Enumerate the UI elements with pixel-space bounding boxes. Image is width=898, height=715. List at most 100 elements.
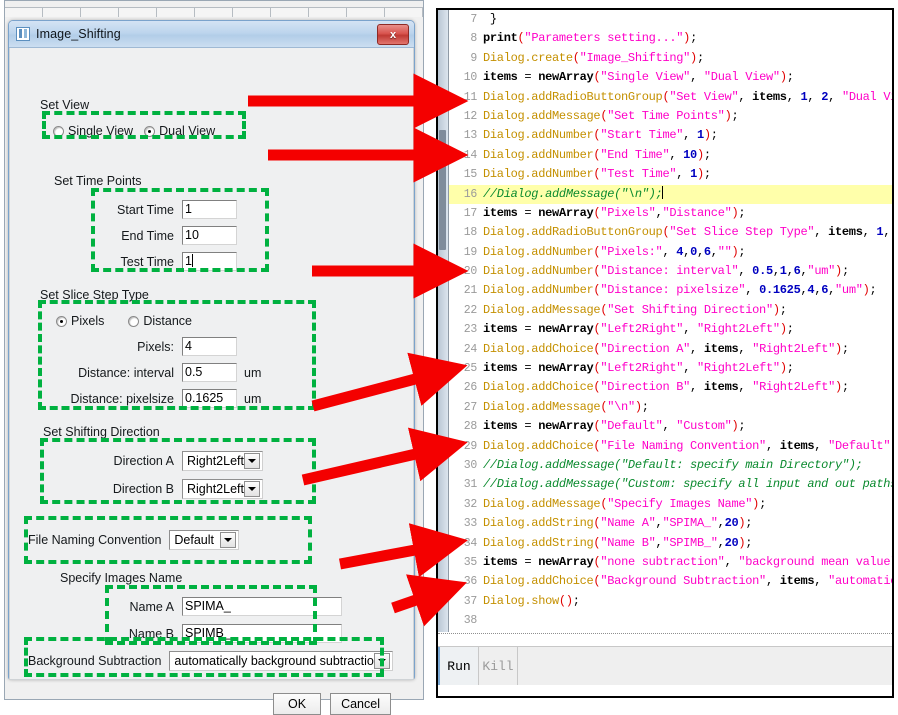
background-tab bbox=[81, 7, 119, 17]
chevron-down-icon[interactable] bbox=[244, 481, 260, 497]
background-tab bbox=[195, 7, 233, 17]
code-area[interactable]: 7 } 8 print("Parameters setting..."); 9 Dial… bbox=[449, 10, 892, 632]
script-editor-window: 7 } 8 print("Parameters setting..."); 9 Dial… bbox=[436, 8, 894, 698]
code-line[interactable]: 11 Dialog.addRadioButtonGroup("Set View",… bbox=[449, 88, 892, 107]
editor-scrollbar-thumb[interactable] bbox=[439, 130, 446, 250]
end-time-input[interactable]: 10 bbox=[182, 226, 237, 245]
code-line[interactable]: 16//Dialog.addMessage("\n"); bbox=[449, 184, 892, 204]
ok-button[interactable]: OK bbox=[273, 693, 322, 715]
code-line[interactable]: 28 items = newArray("Default", "Custom"); bbox=[449, 417, 892, 436]
label-file-naming-convention: File Naming Convention bbox=[28, 533, 162, 547]
unit-distance-pixelsize: um bbox=[244, 391, 262, 406]
radio-dual-view[interactable] bbox=[144, 125, 156, 137]
code-line[interactable]: 34 Dialog.addString("Name B","SPIMB_",20)… bbox=[449, 534, 892, 553]
line-number: 28 bbox=[463, 420, 478, 434]
line-number: 31 bbox=[463, 478, 478, 492]
distance-pixelsize-input[interactable]: 0.1625 bbox=[182, 389, 237, 408]
line-number: 38 bbox=[463, 614, 478, 628]
radio-distance[interactable] bbox=[128, 315, 140, 327]
code-line[interactable]: 23 items = newArray("Left2Right", "Right2… bbox=[449, 320, 892, 339]
label-pixels[interactable]: Pixels bbox=[71, 314, 104, 328]
code-line[interactable]: 19 Dialog.addNumber("Pixels:", 4,0,6,""); bbox=[449, 243, 892, 262]
name-b-input[interactable]: SPIMB_ bbox=[182, 624, 342, 643]
label-direction-b: Direction B bbox=[112, 482, 174, 496]
distance-pixelsize-row: Distance: pixelsize 0.1625 um bbox=[62, 389, 261, 408]
set-view-heading: Set View bbox=[40, 98, 90, 112]
line-number: 14 bbox=[463, 148, 478, 162]
line-number: 19 bbox=[463, 245, 478, 259]
line-number: 23 bbox=[463, 323, 478, 337]
code-line[interactable]: 32 Dialog.addMessage("Specify Images Name… bbox=[449, 495, 892, 514]
editor-toolbar: Run Kill bbox=[438, 646, 892, 685]
direction-b-select[interactable]: Right2Left bbox=[182, 479, 263, 499]
code-line[interactable]: 20 Dialog.addNumber("Distance: interval",… bbox=[449, 262, 892, 281]
editor-splitter[interactable] bbox=[438, 633, 892, 647]
kill-button[interactable]: Kill bbox=[479, 647, 518, 685]
background-tab bbox=[385, 7, 423, 17]
label-dual-view[interactable]: Dual View bbox=[159, 124, 215, 138]
chevron-down-icon[interactable] bbox=[244, 453, 260, 469]
code-line[interactable]: 25 items = newArray("Left2Right", "Right2… bbox=[449, 359, 892, 378]
code-line[interactable]: 22 Dialog.addMessage("Set Shifting Direct… bbox=[449, 301, 892, 320]
chevron-down-icon[interactable] bbox=[220, 532, 237, 548]
code-line[interactable]: 17 items = newArray("Pixels","Distance"); bbox=[449, 204, 892, 223]
code-line[interactable]: 27 Dialog.addMessage("\n"); bbox=[449, 398, 892, 417]
code-line[interactable]: 29 Dialog.addChoice("File Naming Conventi… bbox=[449, 437, 892, 456]
distance-interval-input[interactable]: 0.5 bbox=[182, 363, 237, 382]
code-line[interactable]: 24 Dialog.addChoice("Direction A", items,… bbox=[449, 340, 892, 359]
line-number: 9 bbox=[470, 51, 477, 65]
direction-a-select[interactable]: Right2Left bbox=[182, 451, 263, 471]
pixels-input[interactable]: 4 bbox=[182, 337, 237, 356]
code-line[interactable]: 15 Dialog.addNumber("Test Time", 1); bbox=[449, 165, 892, 184]
line-number: 15 bbox=[463, 168, 478, 182]
direction-a-value: Right2Left bbox=[187, 454, 244, 468]
code-line[interactable]: 18 Dialog.addRadioButtonGroup("Set Slice … bbox=[449, 223, 892, 242]
code-line[interactable]: 30//Dialog.addMessage("Default: specify … bbox=[449, 456, 892, 475]
chevron-down-icon[interactable] bbox=[374, 653, 391, 669]
background-subtraction-row: Background Subtraction automatically bac… bbox=[28, 651, 394, 671]
code-line[interactable]: 36 Dialog.addChoice("Background Subtracti… bbox=[449, 572, 892, 591]
code-line[interactable]: 26 Dialog.addChoice("Direction B", items,… bbox=[449, 378, 892, 397]
name-a-input[interactable]: SPIMA_ bbox=[182, 597, 342, 616]
file-naming-row: File Naming Convention Default bbox=[28, 530, 240, 550]
code-line[interactable]: 31//Dialog.addMessage("Custom: specify a… bbox=[449, 475, 892, 494]
code-line[interactable]: 37 Dialog.show(); bbox=[449, 592, 892, 611]
test-time-row: Test Time 1 bbox=[102, 252, 237, 271]
cancel-button[interactable]: Cancel bbox=[330, 693, 391, 715]
code-line[interactable]: 7 } bbox=[449, 10, 892, 29]
line-number: 21 bbox=[463, 284, 478, 298]
close-icon[interactable]: x bbox=[377, 24, 409, 45]
code-line[interactable]: 12 Dialog.addMessage("Set Time Points"); bbox=[449, 107, 892, 126]
line-number: 34 bbox=[463, 536, 478, 550]
distance-interval-row: Distance: interval 0.5 um bbox=[62, 363, 261, 382]
set-view-radio-group: Single View Dual View bbox=[53, 124, 215, 138]
direction-a-row: Direction A Right2Left bbox=[62, 451, 263, 471]
image-shifting-dialog: Image_Shifting x Set View Single View Du… bbox=[8, 20, 415, 715]
radio-single-view[interactable] bbox=[53, 125, 64, 137]
run-button[interactable]: Run bbox=[438, 647, 479, 685]
radio-pixels[interactable] bbox=[56, 315, 67, 327]
label-distance[interactable]: Distance bbox=[143, 314, 192, 328]
text-cursor bbox=[191, 254, 193, 267]
line-number: 16 bbox=[463, 187, 478, 201]
label-single-view[interactable]: Single View bbox=[68, 124, 133, 138]
set-time-points-heading: Set Time Points bbox=[54, 174, 142, 188]
code-line[interactable]: 33 Dialog.addString("Name A","SPIMA_",20)… bbox=[449, 514, 892, 533]
code-line[interactable]: 8 print("Parameters setting..."); bbox=[449, 29, 892, 48]
background-subtraction-select[interactable]: automatically background subtraction bbox=[169, 651, 394, 671]
label-test-time: Test Time bbox=[120, 254, 175, 269]
test-time-input[interactable]: 1 bbox=[182, 252, 237, 271]
code-line[interactable]: 14 Dialog.addNumber("End Time", 10); bbox=[449, 146, 892, 165]
direction-b-row: Direction B Right2Left bbox=[62, 479, 263, 499]
code-line[interactable]: 38 bbox=[449, 611, 892, 630]
code-line[interactable]: 10 items = newArray("Single View", "Dual … bbox=[449, 68, 892, 87]
editor-scrollbar[interactable] bbox=[438, 10, 449, 632]
file-naming-select[interactable]: Default bbox=[169, 530, 240, 550]
code-line[interactable]: 21 Dialog.addNumber("Distance: pixelsize"… bbox=[449, 281, 892, 300]
unit-distance-interval: um bbox=[244, 365, 262, 380]
start-time-input[interactable]: 1 bbox=[182, 200, 237, 219]
dialog-titlebar[interactable]: Image_Shifting x bbox=[9, 21, 414, 48]
code-line[interactable]: 13 Dialog.addNumber("Start Time", 1); bbox=[449, 126, 892, 145]
code-line[interactable]: 9 Dialog.create("Image_Shifting"); bbox=[449, 49, 892, 68]
code-line[interactable]: 35 items = newArray("none subtraction", "… bbox=[449, 553, 892, 572]
